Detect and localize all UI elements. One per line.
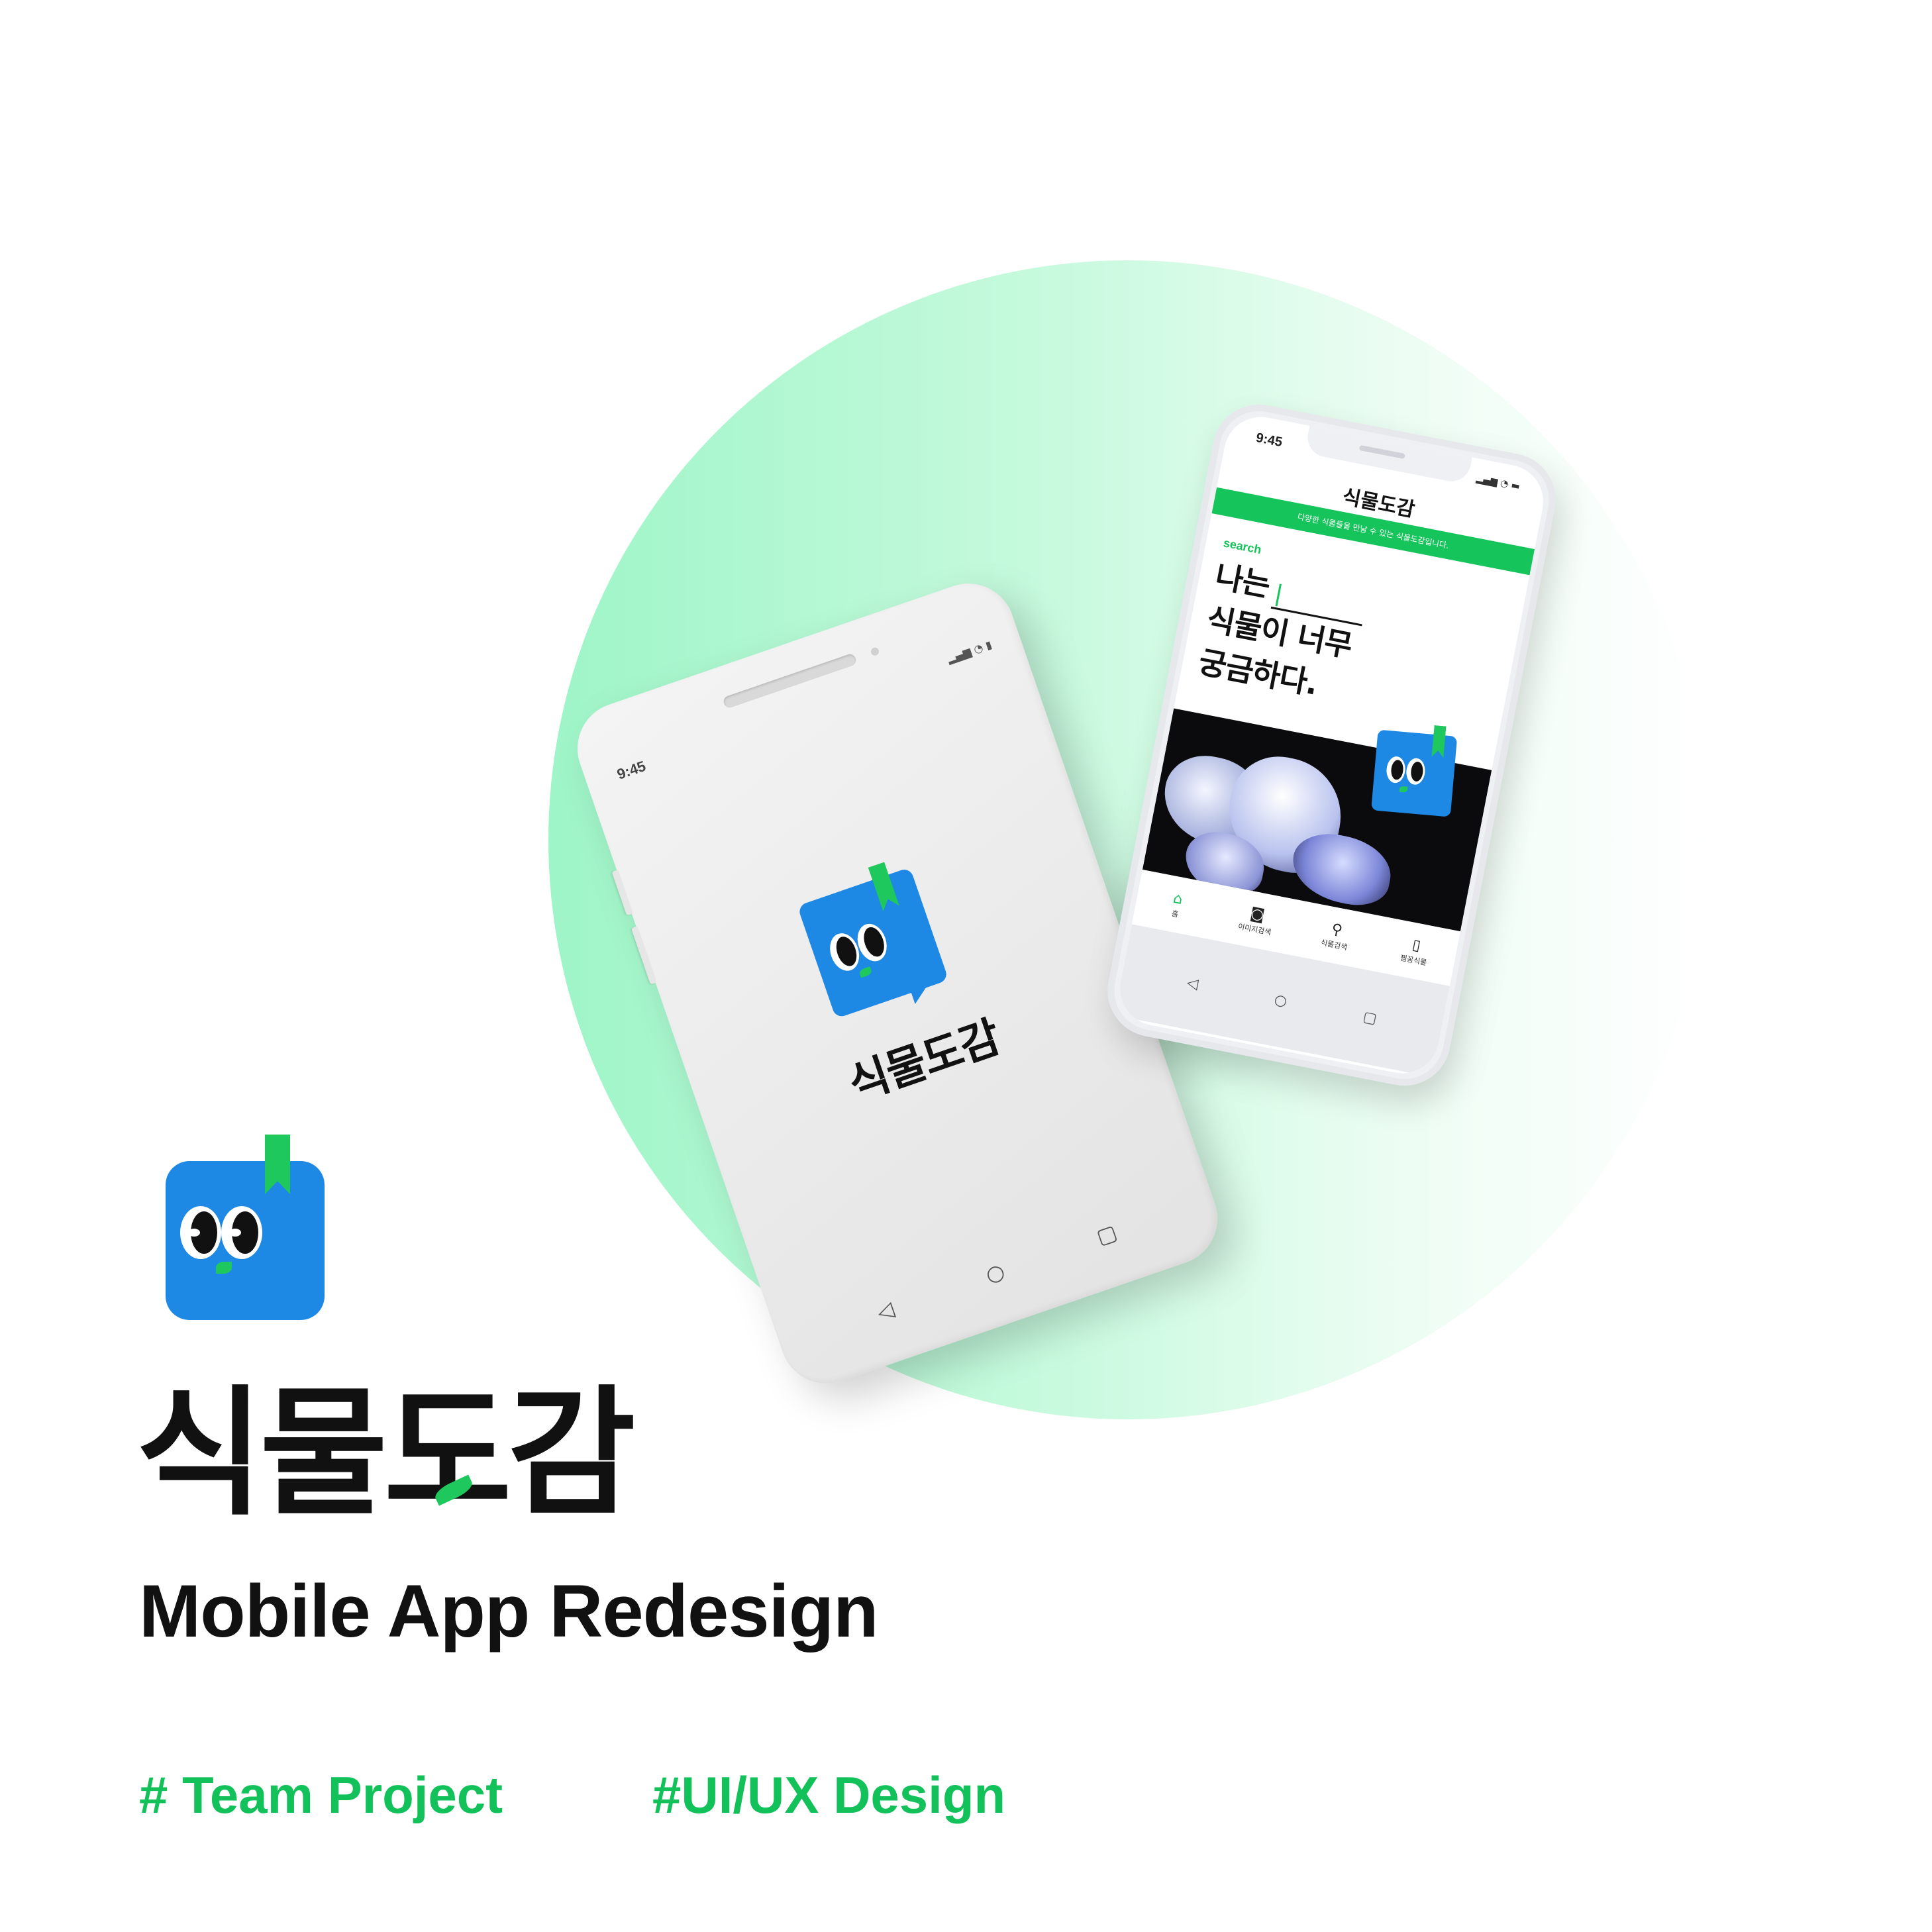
status-icons: ▂▄▆ ◔ ▬ xyxy=(1475,473,1521,492)
status-time: 9:45 xyxy=(1254,430,1284,450)
speaker-grille xyxy=(722,652,858,709)
tab-saved-plants[interactable]: ▯ 찜꽁식물 xyxy=(1384,931,1448,971)
status-time: 9:45 xyxy=(615,757,648,783)
tag-team-project: # Team Project xyxy=(139,1766,503,1824)
tab-home[interactable]: ⌂ 홈 xyxy=(1145,885,1209,925)
home-icon[interactable]: ○ xyxy=(982,1258,1008,1288)
front-camera xyxy=(870,646,880,657)
search-headline[interactable]: 나는 식물이 너무 궁금하다. xyxy=(1195,554,1370,712)
headline-line-1: 나는 xyxy=(1212,558,1273,604)
tag-uiux-design: #UI/UX Design xyxy=(652,1766,1006,1824)
home-icon[interactable]: ○ xyxy=(1273,991,1289,1009)
brand-title-text: 식물도감 xyxy=(136,1372,636,1535)
brand-title: 식물도감 xyxy=(136,1384,636,1523)
back-icon[interactable]: ◁ xyxy=(874,1296,897,1325)
app-logo-icon xyxy=(166,1135,325,1321)
tab-label: 홈 xyxy=(1170,909,1180,919)
tab-plant-search[interactable]: ⚲ 식물검색 xyxy=(1304,915,1368,955)
recent-apps-icon[interactable]: ▢ xyxy=(1093,1219,1120,1250)
status-icons: ▂▄▆ ◔ ▮ xyxy=(945,638,993,666)
tab-image-search[interactable]: ◙ 이미지검색 xyxy=(1225,900,1289,940)
app-logo-icon xyxy=(793,854,951,1026)
brand-subtitle: Mobile App Redesign xyxy=(139,1570,879,1652)
recent-apps-icon[interactable]: ▢ xyxy=(1362,1008,1378,1027)
back-icon[interactable]: ◁ xyxy=(1186,974,1199,993)
search-label: search xyxy=(1222,536,1263,557)
mascot-book-icon xyxy=(1370,721,1458,827)
